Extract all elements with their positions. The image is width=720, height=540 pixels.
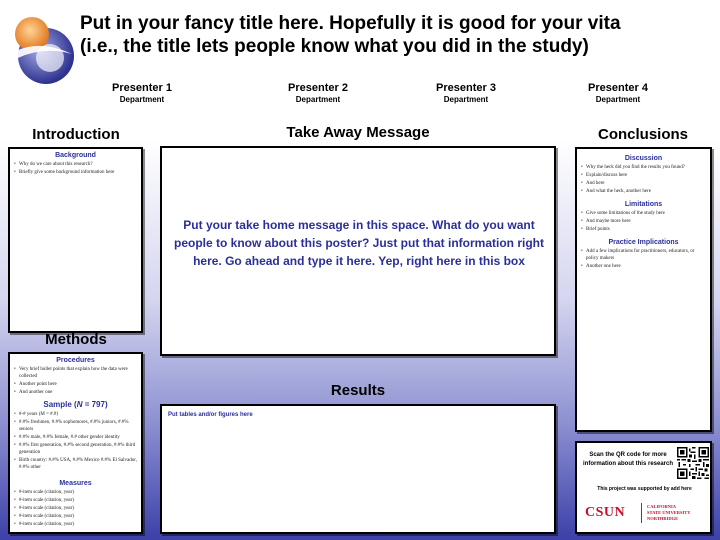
list-item: And what the heck, another here xyxy=(581,188,706,195)
discussion-subheading: Discussion xyxy=(624,155,663,162)
sample-heading-suffix: = 797) xyxy=(82,400,108,409)
measures-subheading: Measures xyxy=(59,480,92,487)
csun-sub-line-3: NORTHRIDGE xyxy=(647,516,679,521)
qr-info-box: Scan the QR code for more information ab… xyxy=(575,441,712,534)
list-item: Give some limitations of the study here xyxy=(581,210,706,217)
presenter-department: Department xyxy=(443,95,489,104)
list-item: Why do we care about this research? xyxy=(14,161,137,168)
limitations-subheading: Limitations xyxy=(624,201,663,208)
presenter-department: Department xyxy=(295,95,341,104)
list-item: Explain/discuss here xyxy=(581,172,706,179)
limitations-bullets: Give some limitations of the study here … xyxy=(577,210,710,233)
background-subheading: Background xyxy=(55,152,96,159)
discussion-bullets: Why the heck did you find the results yo… xyxy=(577,164,710,195)
list-item: #-item scale (citation, year) xyxy=(14,497,137,504)
sample-subheading: Sample (N = 797) xyxy=(10,400,141,409)
csun-logo-subtext: CALIFORNIA STATE UNIVERSITY NORTHRIDGE xyxy=(647,504,690,522)
procedures-subheading: Procedures xyxy=(56,357,95,364)
presenter-4: Presenter 4 Department xyxy=(553,82,683,105)
list-item: Birth country: #.#% USA, #.#% Mexico #.#… xyxy=(14,457,137,471)
list-item: Briefly give some background information… xyxy=(14,169,137,176)
introduction-heading: Introduction xyxy=(32,126,120,143)
sample-bullets: #-# years (M = #.#) #.#% freshmen, #.#% … xyxy=(10,411,141,471)
csun-logo-divider xyxy=(641,503,642,523)
list-item: #.#% freshmen, #.#% sophomores, #.#% jun… xyxy=(14,419,137,433)
presenter-1: Presenter 1 Department xyxy=(77,82,207,105)
conclusions-heading: Conclusions xyxy=(597,126,688,143)
implications-subheading: Practice Implications xyxy=(608,239,679,246)
implications-bullets: Add a few implications for practitioners… xyxy=(577,248,710,270)
measures-bullets: #-item scale (citation, year) #-item sca… xyxy=(10,489,141,528)
list-item: And another one xyxy=(14,389,137,396)
list-item: Add a few implications for practitioners… xyxy=(581,248,706,262)
title-line-2: (i.e., the title lets people know what y… xyxy=(80,36,589,57)
takeaway-box: Put your take home message in this space… xyxy=(160,146,556,356)
qr-caption: Scan the QR code for more information ab… xyxy=(582,452,673,467)
conclusions-box: Discussion Why the heck did you find the… xyxy=(575,147,712,432)
qr-code-icon[interactable] xyxy=(677,447,709,479)
list-item: Very brief bullet points that explain ho… xyxy=(14,366,137,380)
results-placeholder: Put tables and/or figures here xyxy=(168,412,253,418)
list-item: And here xyxy=(581,180,706,187)
presenter-name: Presenter 1 xyxy=(112,82,172,94)
presenter-3: Presenter 3 Department xyxy=(401,82,531,105)
introduction-box: Background Why do we care about this res… xyxy=(8,147,143,333)
results-box: Put tables and/or figures here xyxy=(160,404,556,534)
support-statement: This project was supported by add here xyxy=(597,486,692,492)
procedures-bullets: Very brief bullet points that explain ho… xyxy=(10,366,141,396)
csun-logo: CSUN xyxy=(585,505,626,520)
presenter-name: Presenter 2 xyxy=(288,82,348,94)
list-item: Another point here xyxy=(14,381,137,388)
list-item: #-item scale (citation, year) xyxy=(14,513,137,520)
list-item: #.#% male, #.#% female, #.# other gender… xyxy=(14,434,137,441)
presenter-name: Presenter 3 xyxy=(436,82,496,94)
takeaway-heading: Take Away Message xyxy=(286,124,430,141)
poster-title: Put in your fancy title here. Hopefully … xyxy=(80,12,710,58)
list-item: Why the heck did you find the results yo… xyxy=(581,164,706,171)
methods-heading: Methods xyxy=(45,331,107,348)
title-line-1: Put in your fancy title here. Hopefully … xyxy=(80,13,621,34)
presenter-name: Presenter 4 xyxy=(588,82,648,94)
presenter-2: Presenter 2 Department xyxy=(253,82,383,105)
results-heading: Results xyxy=(330,382,386,399)
sample-heading-prefix: Sample ( xyxy=(43,400,77,409)
takeaway-message: Put your take home message in this space… xyxy=(174,218,544,268)
list-item: #.#% first generation, #.#% second gener… xyxy=(14,442,137,456)
list-item: #-item scale (citation, year) xyxy=(14,505,137,512)
list-item: Brief points xyxy=(581,226,706,233)
presenter-department: Department xyxy=(595,95,641,104)
methods-box: Procedures Very brief bullet points that… xyxy=(8,352,143,534)
list-item: #-item scale (citation, year) xyxy=(14,489,137,496)
list-item: #-# years (M = #.#) xyxy=(14,411,137,418)
list-item: And maybe more here xyxy=(581,218,706,225)
decorative-logo-graphic xyxy=(15,17,74,84)
background-bullets: Why do we care about this research? Brie… xyxy=(10,161,141,176)
list-item: #-item scale (citation, year) xyxy=(14,521,137,528)
list-item: Another one here xyxy=(581,263,706,270)
presenter-department: Department xyxy=(119,95,165,104)
